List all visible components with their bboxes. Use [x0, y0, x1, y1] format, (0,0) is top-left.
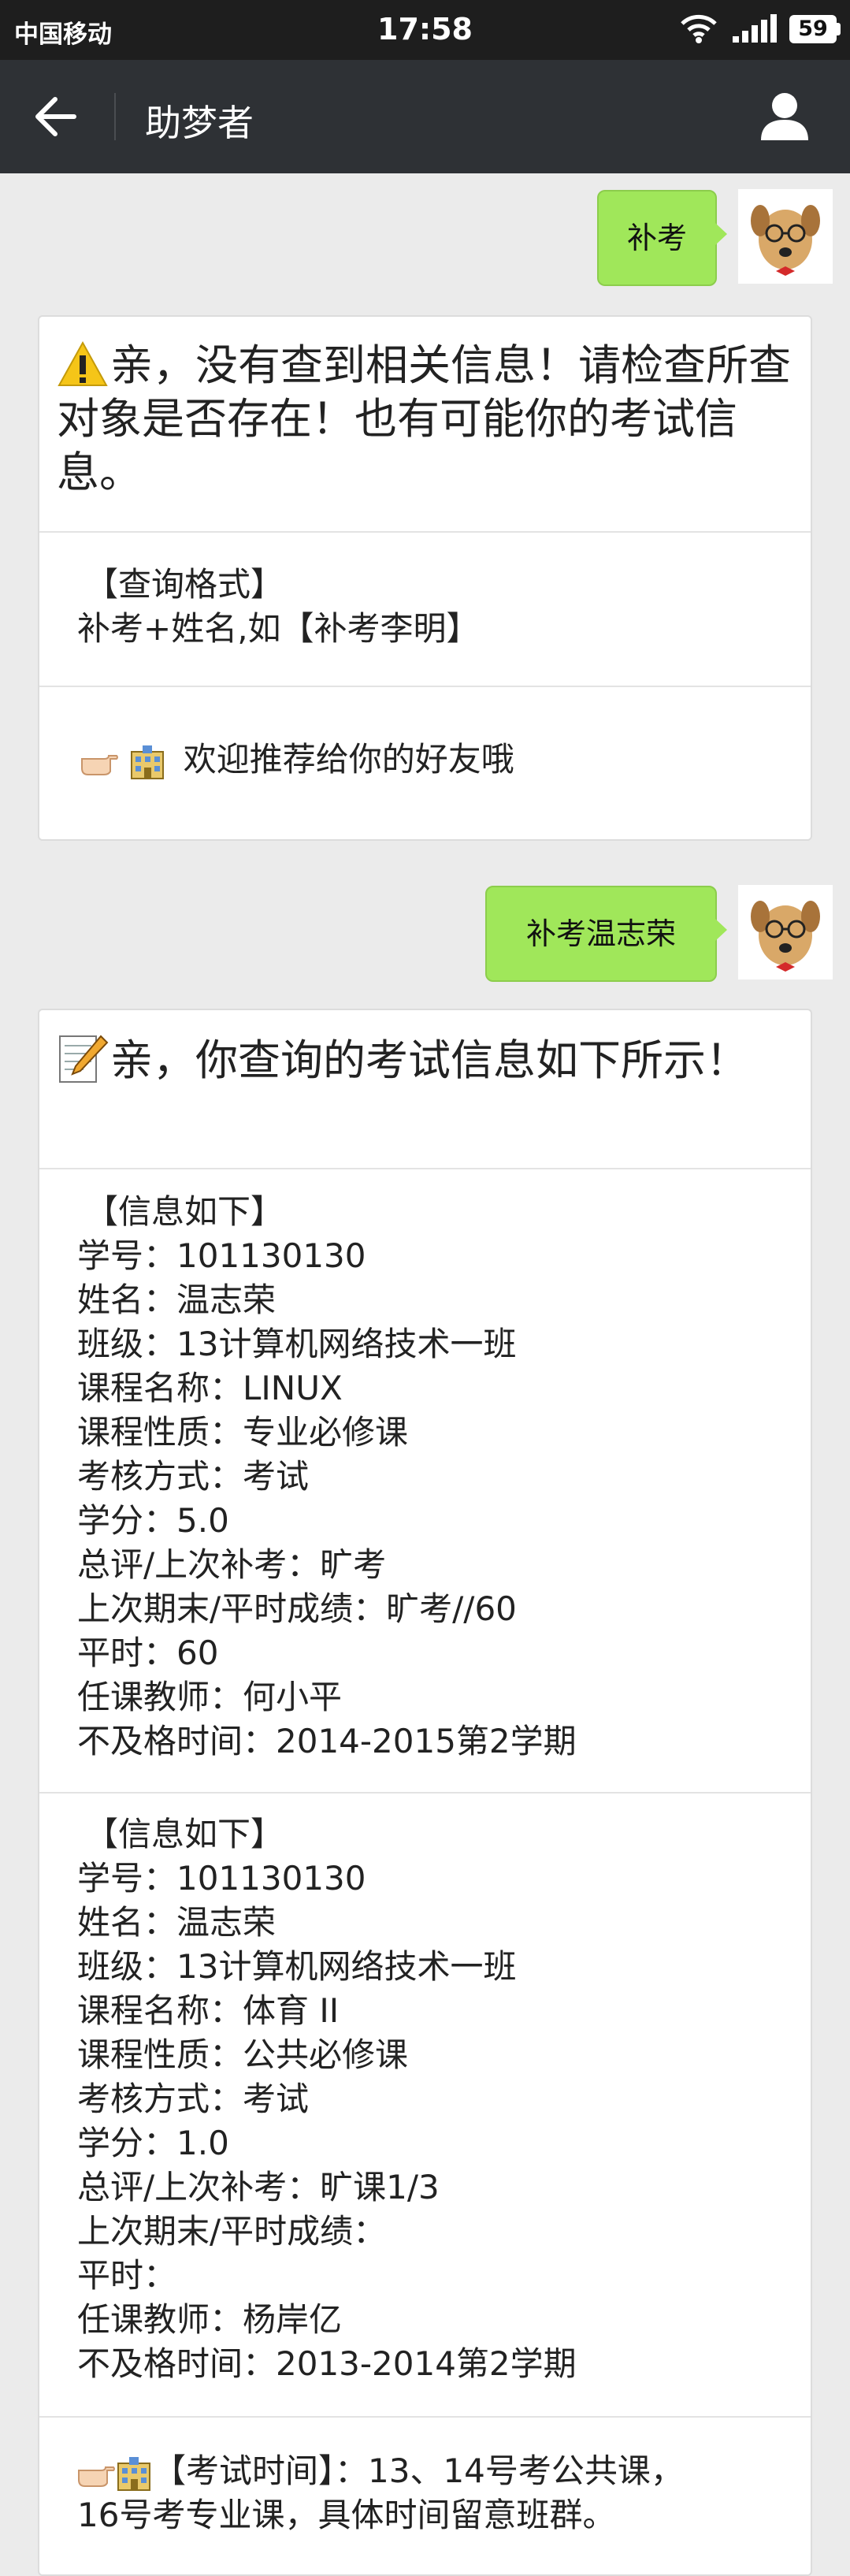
- chat-title: 助梦者: [145, 102, 254, 144]
- record-name: 姓名：温志荣: [77, 1281, 277, 1319]
- record-credit: 学分：5.0: [77, 1501, 229, 1540]
- card-headline-section: 亲，你查询的考试信息如下所示！: [39, 1010, 811, 1168]
- bubble-tail: [715, 223, 727, 245]
- record-assessment: 考核方式：考试: [77, 1457, 310, 1496]
- battery-tip: [837, 23, 841, 35]
- warning-icon: [58, 341, 108, 387]
- wifi-icon: [681, 14, 717, 43]
- record-section: 【信息如下】 学号：101130130 姓名：温志荣 班级：13计算机网络技术一…: [39, 1168, 811, 1792]
- record-course-nature: 课程性质：专业必修课: [77, 1413, 409, 1452]
- exam-time-section[interactable]: 【考试时间】：13、14号考公共课， 16号考专业课，具体时间留意班群。: [39, 2416, 811, 2574]
- record-last-final: 上次期末/平时成绩：: [77, 2212, 387, 2251]
- query-format-body: 补考+姓名,如【补考李明】: [77, 609, 480, 648]
- status-time: 17:58: [377, 12, 473, 46]
- record-course: 课程名称：体育 II: [77, 1991, 340, 2030]
- record-teacher: 任课教师：何小平: [77, 1678, 343, 1716]
- dog-avatar-icon: [738, 189, 833, 284]
- card-headline: 亲，没有查到相关信息！请检查所查对象是否存在！也有可能你的考试信息。: [57, 340, 791, 497]
- hand-pointing-icon: [81, 754, 118, 775]
- share-section[interactable]: 欢迎推荐给你的好友哦: [39, 686, 811, 839]
- record-student-id: 学号：101130130: [77, 1236, 366, 1275]
- dog-avatar-icon: [738, 885, 833, 979]
- exam-time-line-2: 16号考专业课，具体时间留意班群。: [77, 2496, 616, 2534]
- query-format-section: 【查询格式】 补考+姓名,如【补考李明】: [39, 531, 811, 686]
- sent-message-bubble[interactable]: 补考温志荣: [485, 886, 727, 982]
- record-name: 姓名：温志荣: [77, 1903, 277, 1942]
- card-headline-section: 亲，没有查到相关信息！请检查所查对象是否存在！也有可能你的考试信息。: [39, 317, 811, 531]
- nav-bar: 助梦者: [0, 60, 850, 173]
- school-building-icon: [117, 2456, 150, 2491]
- status-bar: 中国移动 17:58 59: [0, 0, 850, 60]
- record-fail-term: 不及格时间：2014-2015第2学期: [77, 1722, 577, 1760]
- record-credit: 学分：1.0: [77, 2124, 229, 2162]
- record-course-nature: 课程性质：公共必修课: [77, 2035, 409, 2074]
- battery-indicator: 59: [789, 15, 837, 43]
- sent-message-text: 补考温志荣: [525, 916, 676, 951]
- record-last-final: 上次期末/平时成绩：旷考//60: [77, 1589, 517, 1628]
- record-class: 班级：13计算机网络技术一班: [77, 1947, 517, 1986]
- nav-divider: [114, 93, 116, 140]
- sent-message-text: 补考: [626, 221, 687, 255]
- record-usual: 平时：: [77, 2256, 177, 2295]
- record-overall: 总评/上次补考：旷课1/3: [77, 2168, 440, 2206]
- record-assessment: 考核方式：考试: [77, 2080, 310, 2118]
- memo-icon: [59, 1035, 109, 1084]
- record-title: 【信息如下】: [85, 1192, 284, 1231]
- sent-message-bubble[interactable]: 补考: [597, 190, 727, 286]
- record-overall: 总评/上次补考：旷考: [77, 1545, 387, 1584]
- record-course: 课程名称：LINUX: [77, 1369, 343, 1407]
- hand-pointing-icon: [78, 2466, 115, 2487]
- record-section: 【信息如下】 学号：101130130 姓名：温志荣 班级：13计算机网络技术一…: [39, 1792, 811, 2416]
- bubble-tail: [715, 919, 727, 941]
- record-title: 【信息如下】: [85, 1815, 284, 1853]
- reply-card-not-found: 亲，没有查到相关信息！请检查所查对象是否存在！也有可能你的考试信息。 【查询格式…: [38, 315, 812, 841]
- person-icon[interactable]: [758, 90, 811, 143]
- reply-card-results: 亲，你查询的考试信息如下所示！ 【信息如下】 学号：101130130 姓名：温…: [38, 1009, 812, 2576]
- record-fail-term: 不及格时间：2013-2014第2学期: [77, 2344, 577, 2383]
- record-student-id: 学号：101130130: [77, 1859, 366, 1898]
- query-format-title: 【查询格式】: [85, 565, 284, 604]
- record-teacher: 任课教师：杨岸亿: [77, 2300, 343, 2339]
- school-building-icon: [131, 745, 165, 779]
- share-text: 欢迎推荐给你的好友哦: [183, 740, 514, 779]
- user-avatar[interactable]: [738, 189, 833, 284]
- record-class: 班级：13计算机网络技术一班: [77, 1325, 517, 1363]
- record-usual: 平时：60: [77, 1634, 219, 1672]
- arrow-left-icon[interactable]: [32, 95, 79, 139]
- signal-strength-icon: [733, 14, 777, 43]
- exam-time-line-1: 【考试时间】：13、14号考公共课，: [153, 2451, 684, 2490]
- card-headline: 亲，你查询的考试信息如下所示！: [110, 1035, 748, 1085]
- user-avatar[interactable]: [738, 885, 833, 979]
